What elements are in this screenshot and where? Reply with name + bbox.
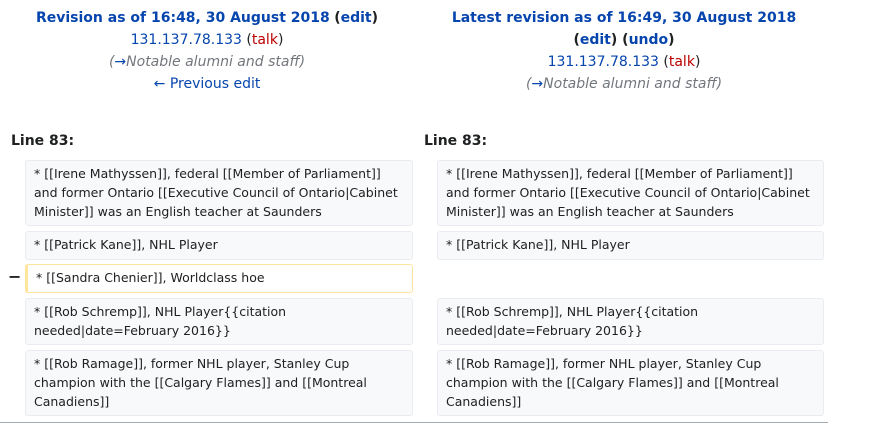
left-context-row: * [[Patrick Kane]], NHL Player (25, 231, 413, 260)
left-context-row: * [[Rob Ramage]], former NHL player, Sta… (25, 350, 413, 416)
old-revision-user-link[interactable]: 131.137.78.133 (131, 32, 242, 48)
left-context-row: * [[Irene Mathyssen]], federal [[Member … (25, 160, 413, 226)
left-line-number: Line 83: (11, 133, 75, 149)
new-revision-talk-link[interactable]: talk (669, 54, 695, 70)
previous-edit-link[interactable]: ← Previous edit (154, 76, 261, 92)
old-revision-summary-section: Notable alumni and staff (126, 54, 300, 70)
new-revision-header: Latest revision as of 16:49, 30 August 2… (414, 7, 834, 95)
right-context-row: * [[Irene Mathyssen]], federal [[Member … (437, 160, 824, 226)
right-context-row: * [[Patrick Kane]], NHL Player (437, 231, 824, 260)
new-revision-user-link[interactable]: 131.137.78.133 (548, 54, 659, 70)
deleted-line-row: * [[Sandra Chenier]], Worldclass hoe (25, 264, 413, 293)
left-context-row: * [[Rob Schremp]], NHL Player{{citation … (25, 298, 413, 345)
undo-link[interactable]: undo (629, 32, 669, 48)
right-context-row: * [[Rob Ramage]], former NHL player, Sta… (437, 350, 824, 416)
right-context-row: * [[Rob Schremp]], NHL Player{{citation … (437, 298, 824, 345)
new-revision-summary-section: Notable alumni and staff (543, 76, 717, 92)
new-revision-title-link[interactable]: Latest revision as of 16:49, 30 August 2… (452, 10, 796, 26)
old-revision-header: Revision as of 16:48, 30 August 2018 (ed… (0, 7, 414, 95)
old-revision-title-link[interactable]: Revision as of 16:48, 30 August 2018 (36, 10, 330, 26)
right-line-number: Line 83: (424, 133, 488, 149)
new-revision-edit-link[interactable]: edit (580, 32, 611, 48)
section-arrow-link[interactable]: → (531, 76, 543, 92)
section-arrow-link[interactable]: → (114, 54, 126, 70)
new-revision-edit-summary: (→Notable alumni and staff) (525, 76, 723, 92)
old-revision-talk-link[interactable]: talk (252, 32, 278, 48)
old-revision-edit-summary: (→Notable alumni and staff) (108, 54, 306, 70)
old-revision-edit-link[interactable]: edit (341, 10, 372, 26)
deleted-line-marker: − (8, 267, 22, 286)
content-divider (0, 422, 828, 423)
